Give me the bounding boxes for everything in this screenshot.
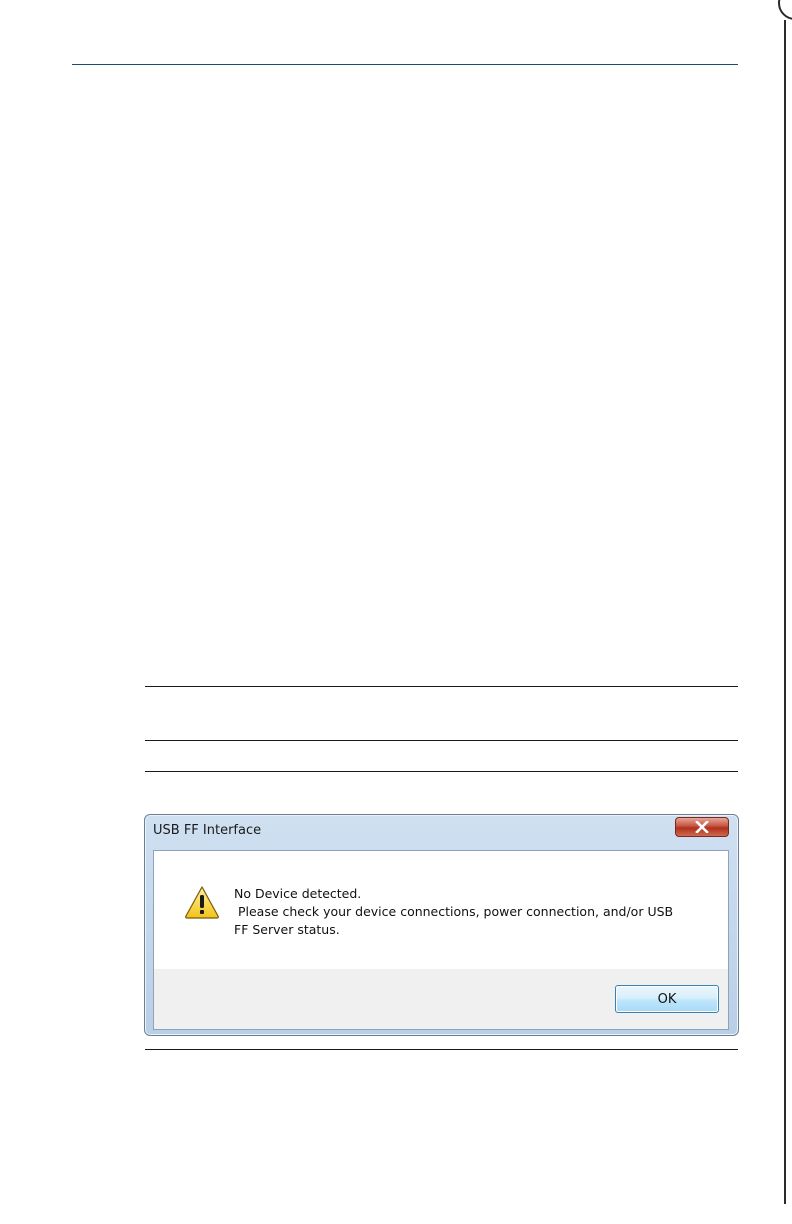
- figure-rule-top: [145, 771, 738, 772]
- figure-rule-bottom: [145, 1049, 738, 1050]
- dialog-title: USB FF Interface: [153, 823, 262, 838]
- ok-button[interactable]: OK: [615, 985, 719, 1013]
- message-line: FF Server status.: [234, 922, 340, 937]
- close-icon: [695, 821, 709, 833]
- usb-ff-interface-dialog: USB FF Interface No Device detected. Ple…: [144, 814, 739, 1036]
- message-line: No Device detected.: [234, 886, 362, 901]
- dialog-footer: OK: [154, 969, 728, 1029]
- table-rule-top: [145, 686, 738, 687]
- page-edge-marker: [778, 0, 792, 20]
- warning-icon: [185, 886, 219, 919]
- dialog-message: No Device detected. Please check your de…: [234, 885, 714, 939]
- dialog-content: No Device detected. Please check your de…: [154, 851, 728, 969]
- dialog-client-area: No Device detected. Please check your de…: [153, 850, 729, 1030]
- message-line: Please check your device connections, po…: [234, 904, 674, 919]
- table-rule-middle: [145, 740, 738, 741]
- close-button[interactable]: [675, 817, 729, 837]
- page-edge-line: [784, 20, 786, 1204]
- header-rule: [72, 64, 738, 65]
